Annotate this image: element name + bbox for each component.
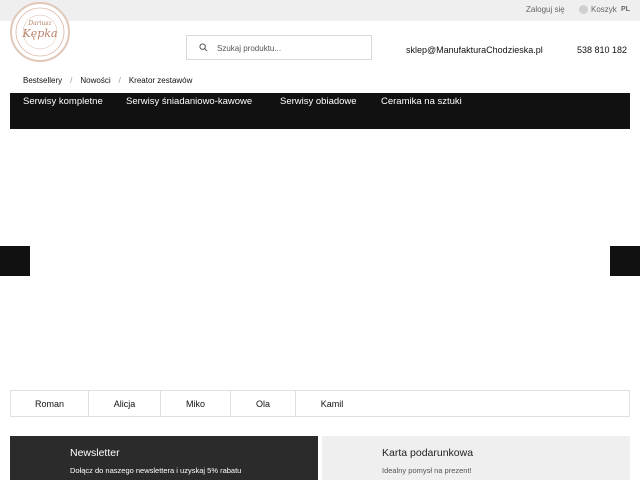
category-breakfast-coffee-sets[interactable]: Serwisy śniadaniowo-kawowe [126,96,252,107]
tab-alicja[interactable]: Alicja [89,391,161,416]
category-dinner-sets[interactable]: Serwisy obiadowe [280,96,357,107]
logo-last-name: Kępka [22,27,58,40]
slider-prev-button[interactable] [0,246,30,276]
newsletter-banner[interactable]: Newsletter Dołącz do naszego newslettera… [10,436,318,480]
search-box[interactable] [186,35,372,60]
login-link[interactable]: Zaloguj się [526,5,565,14]
language-switch[interactable]: PL [621,6,630,13]
cart-link[interactable]: Koszyk [591,5,617,14]
gift-card-banner[interactable]: Karta podarunkowa Idealny pomysł na prez… [322,436,630,480]
contact-email[interactable]: sklep@ManufakturaChodzieska.pl [406,45,543,55]
logo[interactable]: Dariusz Kępka [10,2,70,62]
link-bestsellers[interactable]: Bestsellery [23,76,62,85]
category-single-ceramics[interactable]: Ceramika na sztuki [381,96,462,107]
slider-next-button[interactable] [610,246,640,276]
search-icon[interactable] [199,43,208,52]
tab-miko[interactable]: Miko [161,391,231,416]
gift-card-text: Idealny pomysł na prezent! [382,466,472,475]
category-complete-sets[interactable]: Serwisy kompletne [23,96,103,107]
contact-phone[interactable]: 538 810 182 [577,45,627,55]
link-new[interactable]: Nowości [80,76,110,85]
tab-kamil[interactable]: Kamil [296,391,368,416]
newsletter-text: Dołącz do naszego newslettera i uzyskaj … [70,466,242,475]
search-input[interactable] [217,41,367,55]
link-separator: / [118,76,121,85]
tab-roman[interactable]: Roman [11,391,89,416]
newsletter-title: Newsletter [70,447,120,459]
tab-ola[interactable]: Ola [231,391,296,416]
cart-icon[interactable] [579,5,588,14]
collection-tabs: Roman Alicja Miko Ola Kamil [10,390,630,417]
link-set-creator[interactable]: Kreator zestawów [129,76,193,85]
top-links: Bestsellery / Nowości / Kreator zestawów [23,76,192,85]
link-separator: / [70,76,73,85]
gift-card-title: Karta podarunkowa [382,447,474,459]
logo-first-name: Dariusz [28,20,52,27]
category-menu: Serwisy kompletne Serwisy śniadaniowo-ka… [10,93,630,129]
top-utility-bar: Zaloguj się Koszyk PL [0,0,640,21]
